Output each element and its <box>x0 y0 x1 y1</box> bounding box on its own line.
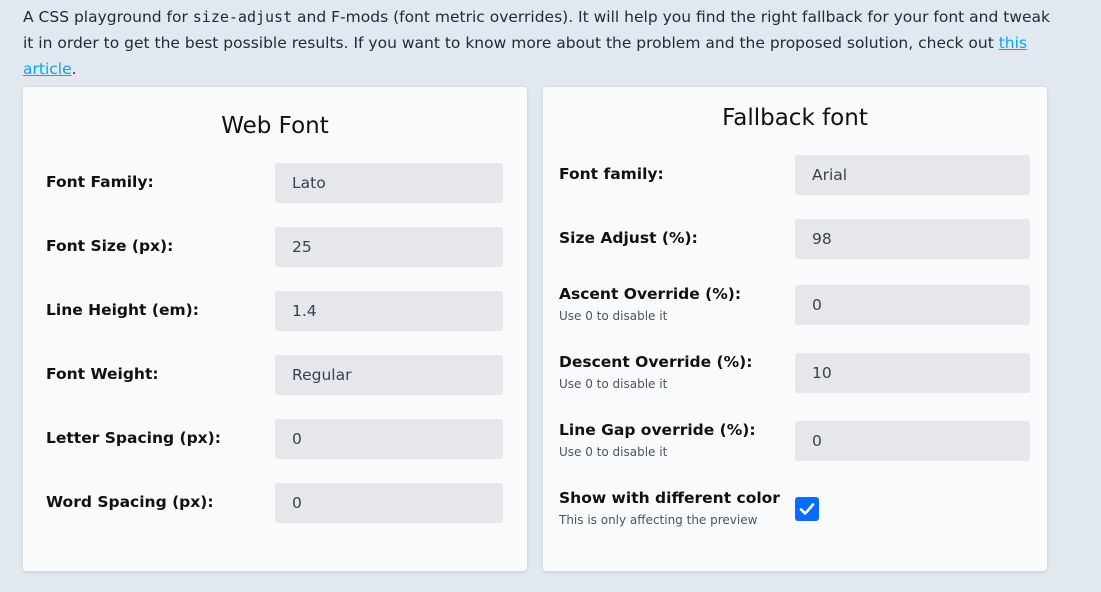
descent-override-hint: Use 0 to disable it <box>559 377 668 391</box>
web-font-weight-label: Font Weight: <box>46 365 159 383</box>
fallback-family-label: Font family: <box>559 165 664 183</box>
web-font-size-label: Font Size (px): <box>46 237 174 255</box>
ascent-override-input[interactable]: 0 <box>795 285 1030 325</box>
web-line-height-row: Line Height (em): 1.4 <box>46 291 503 331</box>
fallback-font-title: Fallback font <box>722 105 868 131</box>
ascent-override-label: Ascent Override (%): <box>559 285 742 303</box>
web-letter-spacing-input[interactable]: 0 <box>275 419 503 459</box>
web-font-family-row: Font Family: Lato <box>46 163 503 203</box>
web-font-weight-select[interactable]: Regular <box>275 355 503 395</box>
web-word-spacing-row: Word Spacing (px): 0 <box>46 483 503 523</box>
intro-paragraph: A CSS playground for size-adjust and F-m… <box>23 4 1053 82</box>
web-letter-spacing-row: Letter Spacing (px): 0 <box>46 419 503 459</box>
fallback-family-row: Font family: Arial <box>559 155 1030 195</box>
web-word-spacing-input[interactable]: 0 <box>275 483 503 523</box>
web-font-family-select[interactable]: Lato <box>275 163 503 203</box>
line-gap-override-row: Line Gap override (%): Use 0 to disable … <box>559 421 1030 461</box>
size-adjust-row: Size Adjust (%): 98 <box>559 219 1030 259</box>
web-font-title: Web Font <box>221 113 329 139</box>
web-font-size-input[interactable]: 25 <box>275 227 503 267</box>
size-adjust-input[interactable]: 98 <box>795 219 1030 259</box>
fallback-family-select[interactable]: Arial <box>795 155 1030 195</box>
ascent-override-row: Ascent Override (%): Use 0 to disable it… <box>559 285 1030 325</box>
line-gap-override-label: Line Gap override (%): <box>559 421 756 439</box>
fallback-font-card: Fallback font Font family: Arial Size Ad… <box>543 87 1047 571</box>
size-adjust-label: Size Adjust (%): <box>559 229 698 247</box>
checkmark-icon <box>799 503 815 515</box>
line-gap-override-input[interactable]: 0 <box>795 421 1030 461</box>
color-toggle-label: Show with different color <box>559 489 780 507</box>
web-line-height-input[interactable]: 1.4 <box>275 291 503 331</box>
color-toggle-hint: This is only affecting the preview <box>559 513 758 527</box>
web-line-height-label: Line Height (em): <box>46 301 199 319</box>
web-font-family-label: Font Family: <box>46 173 154 191</box>
color-toggle-row: Show with different color This is only a… <box>559 489 1023 529</box>
intro-code: size-adjust <box>192 8 293 26</box>
descent-override-row: Descent Override (%): Use 0 to disable i… <box>559 353 1030 393</box>
descent-override-input[interactable]: 10 <box>795 353 1030 393</box>
web-font-size-row: Font Size (px): 25 <box>46 227 503 267</box>
web-letter-spacing-label: Letter Spacing (px): <box>46 429 221 447</box>
line-gap-override-hint: Use 0 to disable it <box>559 445 668 459</box>
web-font-weight-row: Font Weight: Regular <box>46 355 503 395</box>
color-toggle-checkbox[interactable] <box>795 497 819 521</box>
descent-override-label: Descent Override (%): <box>559 353 753 371</box>
intro-text-after: . <box>71 60 77 78</box>
web-word-spacing-label: Word Spacing (px): <box>46 493 214 511</box>
web-font-card: Web Font Font Family: Lato Font Size (px… <box>23 87 527 571</box>
ascent-override-hint: Use 0 to disable it <box>559 309 668 323</box>
intro-text-before: A CSS playground for <box>23 8 193 26</box>
